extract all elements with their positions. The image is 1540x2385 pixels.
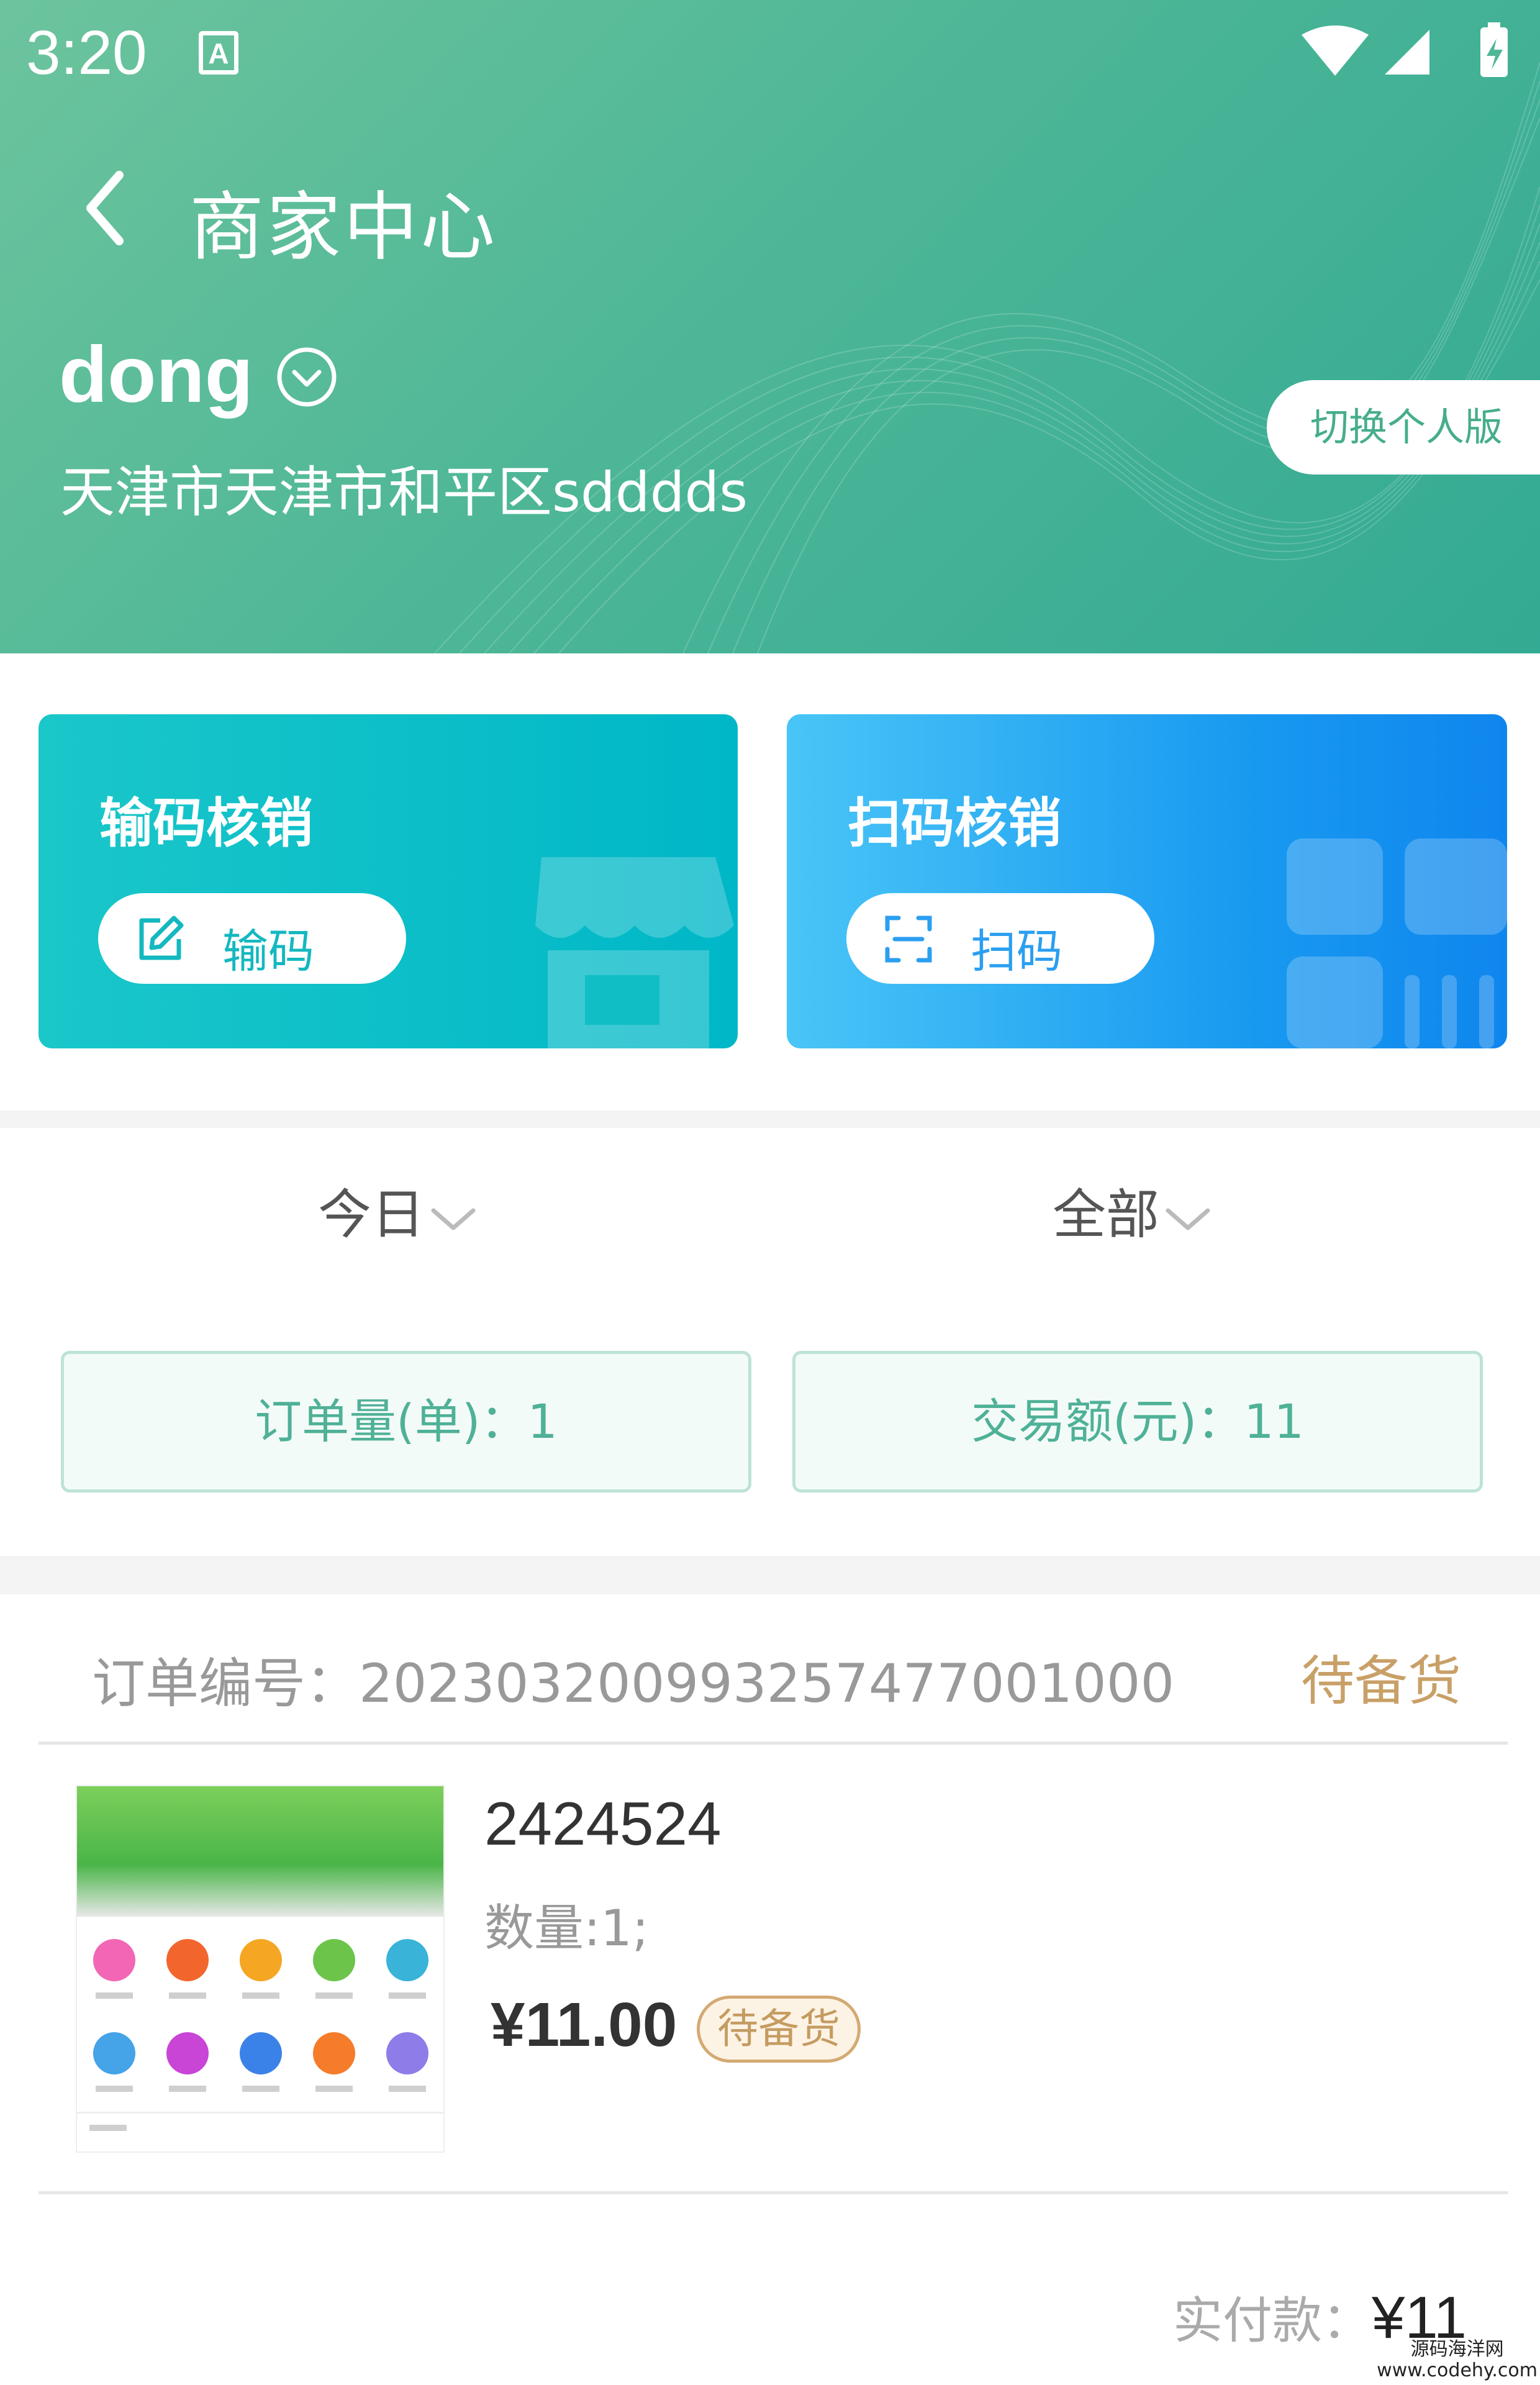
- page-title: 商家中心: [189, 184, 497, 271]
- watermark-line2: www.codehy.com: [1377, 2360, 1538, 2381]
- order-status: 待备货: [1301, 1650, 1461, 1712]
- chevron-down-circle-icon[interactable]: [276, 346, 338, 408]
- product-thumbnail[interactable]: [76, 1785, 445, 2153]
- product-status-badge: 待备货: [697, 1996, 861, 2063]
- scan-code-label: 扫码: [971, 925, 1062, 978]
- type-filter[interactable]: 全部: [1053, 1171, 1213, 1252]
- order-number: 订单编号：2023032009932574770010​00: [92, 1653, 1175, 1715]
- input-code-label: 输码: [222, 925, 314, 978]
- scan-code-button[interactable]: 扫码: [846, 893, 1154, 984]
- section-divider: [0, 1111, 1540, 1128]
- status-icons: [1302, 22, 1508, 77]
- qr-grid-icon: [1287, 838, 1507, 1048]
- notification-icon: A: [199, 31, 238, 75]
- transaction-amount-stat: 交易额(元)：11: [792, 1351, 1483, 1492]
- edit-icon: [139, 915, 184, 960]
- date-filter[interactable]: 今日: [318, 1171, 478, 1252]
- product-name: 2424524: [484, 1789, 722, 1858]
- section-divider: [0, 1556, 1540, 1594]
- status-time: 3:20: [26, 18, 147, 88]
- wifi-icon: [1302, 25, 1369, 76]
- chevron-down-icon: [431, 1208, 476, 1230]
- divider: [38, 2191, 1508, 2194]
- order-count-stat: 订单量(单)：1: [61, 1351, 751, 1492]
- thumbnail-banner: [77, 1786, 443, 1917]
- product-quantity: 数量:1;: [484, 1899, 649, 1957]
- battery-icon: [1480, 22, 1508, 77]
- input-verify-title: 输码核销: [99, 793, 313, 855]
- date-filter-label: 今日: [318, 1184, 425, 1246]
- back-icon[interactable]: [81, 168, 130, 248]
- watermark: 源码海洋网 www.codehy.com: [1377, 2339, 1538, 2381]
- signal-icon: [1385, 30, 1429, 75]
- merchant-address: 天津市天津市和平区sdddds: [60, 460, 748, 524]
- input-verify-card[interactable]: 输码核销 输码: [38, 714, 738, 1048]
- type-filter-label: 全部: [1053, 1184, 1159, 1246]
- input-code-button[interactable]: 输码: [98, 893, 406, 984]
- header: 3:20 A 商家中心 dong 天津市天津市和平区sdddds 切换个人版: [0, 0, 1540, 653]
- product-price: ¥11.00: [491, 1990, 677, 2060]
- store-icon: [535, 857, 734, 1048]
- scan-icon: [885, 915, 932, 963]
- paid-label: 实付款：: [1172, 2292, 1372, 2350]
- watermark-line1: 源码海洋网: [1410, 2338, 1504, 2360]
- scan-verify-card[interactable]: 扫码核销 扫码: [787, 714, 1507, 1048]
- thumbnail-icon-grid: [77, 1939, 443, 2131]
- switch-personal-button[interactable]: 切换个人版: [1267, 380, 1540, 475]
- header-wave-decoration: [434, 61, 1540, 653]
- chevron-down-icon: [1166, 1208, 1210, 1230]
- scan-verify-title: 扫码核销: [848, 793, 1061, 855]
- divider: [38, 1742, 1508, 1745]
- merchant-name[interactable]: dong: [59, 329, 253, 420]
